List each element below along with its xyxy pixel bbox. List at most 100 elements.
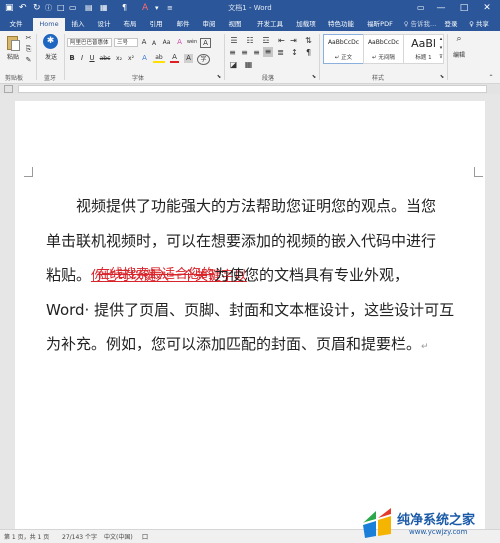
tab-insert[interactable]: 插入 [68, 18, 88, 31]
clear-format-button[interactable]: A [175, 38, 184, 47]
maximize-button[interactable]: □ [455, 1, 473, 15]
ruler-strip[interactable] [18, 85, 487, 93]
collapse-ribbon-icon[interactable]: ⌃ [487, 73, 495, 82]
char-shading-button[interactable]: A [184, 54, 193, 63]
line-spacing-icon[interactable]: ↕ [290, 48, 299, 57]
tab-home[interactable]: Home [33, 18, 65, 31]
minimize-button[interactable]: — [432, 1, 450, 15]
text-run: 为使您的文档具有专业外观， [214, 266, 410, 284]
find-icon[interactable]: ⌕ [453, 35, 465, 44]
document-body[interactable]: 视频提供了功能强大的方法帮助您证明您的观点。当您 单击联机视频时，可以在想要添加… [46, 189, 476, 362]
align-right-icon[interactable]: ≡ [252, 48, 261, 57]
bold-button[interactable]: B [68, 54, 76, 63]
align-center-icon[interactable]: ≡ [240, 48, 249, 57]
styles-more-icon[interactable]: ⊽ [438, 53, 444, 62]
text-effects-button[interactable]: A [140, 54, 149, 63]
shrink-font-button[interactable]: A [150, 39, 158, 48]
style-name: ↵ 正文 [334, 55, 353, 61]
crop-mark [32, 167, 33, 176]
ribbon-display-icon[interactable]: ▭ [417, 2, 425, 14]
bluetooth-send-button[interactable]: 发送 [41, 53, 61, 62]
underline-button[interactable]: U [88, 54, 96, 63]
cut-icon[interactable]: ✂ [24, 34, 33, 43]
bullets-icon[interactable]: ☰ [228, 36, 240, 45]
tab-developer[interactable]: 开发工具 [254, 18, 286, 31]
page-count[interactable]: 第 1 页，共 1 页 [4, 532, 49, 541]
decrease-indent-icon[interactable]: ⇤ [277, 36, 286, 45]
format-painter-icon[interactable]: ✎ [24, 56, 33, 65]
copy-icon[interactable]: ⎘ [24, 45, 33, 54]
tab-review[interactable]: 审阅 [199, 18, 219, 31]
increase-indent-icon[interactable]: ⇥ [289, 36, 298, 45]
tab-mailings[interactable]: 邮件 [173, 18, 193, 31]
grow-font-button[interactable]: A [140, 38, 148, 47]
style-sample: AaBl [411, 37, 436, 50]
change-case-button[interactable]: Aa [161, 38, 172, 47]
tab-layout[interactable]: 布局 [120, 18, 140, 31]
tab-selector-icon[interactable] [4, 85, 13, 93]
phonetic-guide-button[interactable]: wén [186, 38, 198, 47]
distributed-icon[interactable]: ≣ [276, 48, 285, 57]
tab-view[interactable]: 视图 [225, 18, 245, 31]
macro-icon[interactable]: 囗 [142, 532, 148, 541]
bluetooth-group-label: 蓝牙 [44, 75, 57, 82]
style-no-spacing[interactable]: AaBbCcDc ↵ 无间隔 [363, 34, 404, 64]
sort-icon[interactable]: ⇅ [304, 36, 313, 45]
tab-design[interactable]: 设计 [94, 18, 114, 31]
close-button[interactable]: ✕ [478, 1, 496, 15]
login-link[interactable]: 登录 [442, 18, 460, 31]
share-button[interactable]: ♀ 共享 [464, 18, 494, 31]
font-size-select[interactable]: 三号 [114, 38, 138, 47]
deleted-revision[interactable]: 在线搜索最适合您的 [97, 267, 214, 282]
site-watermark: 纯净系统之家 www.ycwjzy.com [355, 506, 500, 542]
shading-icon[interactable]: ◪ [229, 60, 238, 69]
divider [447, 34, 448, 80]
language-indicator[interactable]: 中文(中国) [104, 532, 133, 541]
tab-references[interactable]: 引用 [146, 18, 166, 31]
font-group-label: 字体 [132, 75, 145, 82]
italic-button[interactable]: I [78, 54, 86, 63]
highlight-button[interactable]: ab [153, 54, 165, 63]
divider [36, 34, 37, 80]
document-page[interactable]: 视频提供了功能强大的方法帮助您证明您的观点。当您 单击联机视频时，可以在想要添加… [15, 101, 485, 529]
clipboard-group-label: 剪贴板 [5, 75, 24, 82]
tell-me-box[interactable]: ♀ 告诉我... [400, 18, 440, 31]
tab-file[interactable]: 文件 [3, 18, 29, 31]
tab-foxit-pdf[interactable]: 福昕PDF [364, 18, 396, 31]
borders-icon[interactable]: ▦ [244, 60, 253, 69]
style-normal[interactable]: AaBbCcDc ↵ 正文 [323, 34, 364, 64]
divider [319, 34, 320, 80]
paste-button[interactable]: 粘贴 [4, 53, 22, 62]
text-run: 粘贴。 [46, 266, 92, 284]
styles-scroll-up-icon[interactable]: ▴ [438, 35, 444, 44]
ruler [0, 84, 500, 94]
align-left-icon[interactable]: ≡ [228, 48, 237, 57]
font-color-button[interactable]: A [170, 54, 179, 63]
paste-icon[interactable] [4, 34, 22, 54]
divider [64, 34, 65, 80]
strikethrough-button[interactable]: abc [98, 54, 112, 63]
styles-dialog-launcher-icon[interactable]: ⬊ [439, 73, 445, 82]
font-dialog-launcher-icon[interactable]: ⬊ [216, 73, 222, 82]
multilevel-list-icon[interactable]: ☲ [260, 36, 272, 45]
ribbon-tabs: 文件 Home 插入 设计 布局 引用 邮件 审阅 视图 开发工具 加载项 特色… [0, 17, 500, 31]
superscript-button[interactable]: x² [126, 54, 136, 63]
subscript-button[interactable]: x₂ [114, 54, 124, 63]
bluetooth-icon[interactable]: ✱ [43, 34, 58, 49]
paragraph-dialog-launcher-icon[interactable]: ⬊ [311, 73, 317, 82]
editing-button[interactable]: 编辑 [451, 51, 467, 60]
paragraph-group-label: 段落 [262, 75, 275, 82]
style-sample: AaBbCcDc [367, 39, 400, 46]
crop-mark [474, 167, 475, 176]
enclose-char-button[interactable]: 字 [197, 54, 210, 65]
font-family-select[interactable]: 阿里巴巴普惠体 [67, 38, 112, 47]
tab-special[interactable]: 特色功能 [325, 18, 357, 31]
numbering-icon[interactable]: ☷ [244, 36, 256, 45]
crop-mark [24, 176, 33, 177]
word-count[interactable]: 27/143 个字 [62, 532, 97, 541]
char-border-button[interactable]: A [200, 38, 211, 48]
tab-addins[interactable]: 加载项 [293, 18, 319, 31]
justify-icon[interactable]: ≡ [263, 47, 273, 57]
styles-scroll-down-icon[interactable]: ▾ [438, 44, 444, 53]
show-marks-icon[interactable]: ¶ [304, 48, 313, 57]
